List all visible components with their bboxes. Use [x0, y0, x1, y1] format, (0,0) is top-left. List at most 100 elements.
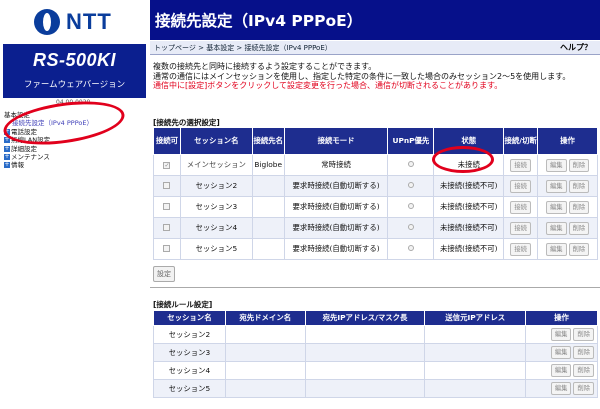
enabled-checkbox[interactable]: [163, 181, 171, 189]
rule-session-name: セッション3: [153, 343, 226, 362]
connect-cell: 接続: [503, 154, 539, 176]
operation-cell: 編集 削除: [525, 325, 598, 344]
breadcrumb-sep: >: [234, 44, 245, 52]
connect-cell: 接続: [503, 196, 539, 218]
nav-label: 情報: [11, 161, 24, 170]
annotation-circle-status: [432, 146, 494, 173]
upnp-radio[interactable]: [407, 224, 414, 230]
edit-button[interactable]: 編集: [550, 346, 572, 359]
connect-button[interactable]: 接続: [510, 200, 531, 214]
connect-mode: 要求時接続(自動切断する): [283, 238, 389, 260]
operation-cell: 編集 削除: [537, 175, 598, 197]
operation-cell: 編集 削除: [525, 361, 598, 380]
rule-session-name: セッション5: [153, 379, 226, 398]
dest-name: [251, 217, 285, 239]
col-dest-ip: 宛先IPアドレス/マスク長: [304, 310, 426, 326]
edit-button[interactable]: 編集: [545, 221, 567, 235]
connect-button[interactable]: 接続: [510, 242, 531, 256]
breadcrumb-basic[interactable]: 基本設定: [206, 44, 234, 52]
dest-name: [251, 196, 285, 218]
status: 未接続(接続不可): [433, 217, 505, 239]
delete-button[interactable]: 削除: [568, 158, 590, 172]
connect-cell: 接続: [503, 238, 539, 260]
upnp-cell: [387, 196, 435, 218]
connect-cell: 接続: [503, 175, 539, 197]
breadcrumb-bar: トップページ > 基本設定 > 接続先設定（IPv4 PPPoE） ヘルプ？: [150, 41, 600, 55]
col-session-name: セッション名: [153, 310, 226, 326]
edit-button[interactable]: 編集: [550, 328, 572, 341]
col-enabled: 接続可: [153, 127, 181, 155]
session-name: セッション2: [179, 175, 253, 197]
status: 未接続(接続不可): [433, 238, 505, 260]
expand-plus-icon[interactable]: +: [4, 145, 10, 152]
connect-button[interactable]: 接続: [510, 221, 531, 235]
expand-plus-icon[interactable]: +: [4, 154, 10, 161]
upnp-cell: [387, 238, 435, 260]
delete-button[interactable]: 削除: [573, 382, 594, 395]
session-name: セッション5: [179, 238, 253, 260]
edit-button[interactable]: 編集: [545, 179, 567, 193]
logo-text: NTT: [66, 9, 112, 34]
rule-source-ip: [424, 361, 527, 380]
session-name: セッション3: [179, 196, 253, 218]
edit-button[interactable]: 編集: [545, 158, 567, 172]
upnp-radio[interactable]: [407, 203, 414, 209]
col-upnp: UPnP優先: [387, 127, 435, 155]
table-row: セッション3 編集 削除: [153, 343, 598, 362]
connect-button[interactable]: 接続: [510, 158, 531, 172]
dest-name: Biglobe: [251, 154, 285, 176]
enabled-checkbox[interactable]: ✓: [163, 162, 171, 169]
rule-source-ip: [424, 325, 527, 344]
connect-mode: 常時接続: [283, 154, 389, 176]
delete-button[interactable]: 削除: [573, 346, 594, 359]
edit-button[interactable]: 編集: [545, 242, 567, 256]
delete-button[interactable]: 削除: [573, 364, 594, 377]
table-row: セッション2 要求時接続(自動切断する) 未接続(接続不可) 接続 編集 削除: [153, 175, 598, 197]
nav-item-info[interactable]: +情報: [4, 161, 93, 169]
model-name: RS-500KI: [32, 50, 117, 70]
upnp-radio[interactable]: [407, 245, 414, 251]
enabled-checkbox[interactable]: [163, 223, 171, 231]
rule-dest-domain: [224, 343, 306, 362]
delete-button[interactable]: 削除: [568, 179, 590, 193]
table-row: ✓ メインセッション Biglobe 常時接続 未接続 接続 編集 削除: [153, 154, 598, 176]
enabled-checkbox[interactable]: [163, 202, 171, 210]
operation-cell: 編集 削除: [537, 217, 598, 239]
upnp-radio[interactable]: [407, 182, 414, 188]
description: 複数の接続先と同時に接続するよう設定することができます。 通常の通信にはメインセ…: [153, 62, 598, 91]
model-box: RS-500KI ファームウェアバージョン: [3, 44, 146, 98]
set-button[interactable]: 設定: [153, 266, 175, 282]
description-line-2: 通常の通信にはメインセッションを使用し、指定した特定の条件に一致した場合のみセッ…: [153, 71, 571, 81]
upnp-radio[interactable]: [407, 161, 414, 167]
page-header: 接続先設定（IPv4 PPPoE）: [150, 0, 600, 40]
table-row: セッション5 編集 削除: [153, 379, 598, 398]
col-dest-domain: 宛先ドメイン名: [224, 310, 306, 326]
rule-dest-domain: [224, 379, 306, 398]
breadcrumb-sep: >: [195, 44, 207, 52]
delete-button[interactable]: 削除: [573, 328, 594, 341]
edit-button[interactable]: 編集: [550, 364, 572, 377]
rule-dest-ip: [304, 361, 426, 380]
expand-plus-icon[interactable]: +: [4, 162, 10, 169]
nav-item-advanced[interactable]: +詳細設定: [4, 145, 93, 153]
divider: [150, 287, 600, 288]
edit-button[interactable]: 編集: [545, 200, 567, 214]
rule-table: セッション名 宛先ドメイン名 宛先IPアドレス/マスク長 送信元IPアドレス 操…: [153, 310, 598, 398]
operation-cell: 編集 削除: [537, 238, 598, 260]
col-dest-name: 接続先名: [251, 127, 285, 155]
edit-button[interactable]: 編集: [550, 382, 572, 395]
table-header-row: セッション名 宛先ドメイン名 宛先IPアドレス/マスク長 送信元IPアドレス 操…: [153, 310, 598, 326]
description-warning: 通信中に[設定]ボタンをクリックして設定変更を行った場合、通信が切断されることが…: [153, 81, 503, 91]
enabled-checkbox[interactable]: [163, 244, 171, 252]
delete-button[interactable]: 削除: [568, 221, 590, 235]
operation-cell: 編集 削除: [525, 343, 598, 362]
breadcrumb-top[interactable]: トップページ: [154, 44, 196, 52]
rule-source-ip: [424, 379, 527, 398]
rule-section-title: [接続ルール設定]: [153, 300, 213, 309]
status: 未接続(接続不可): [433, 175, 505, 197]
delete-button[interactable]: 削除: [568, 242, 590, 256]
delete-button[interactable]: 削除: [568, 200, 590, 214]
connect-button[interactable]: 接続: [510, 179, 531, 193]
help-link[interactable]: ヘルプ？: [560, 41, 592, 55]
table-row: セッション4 編集 削除: [153, 361, 598, 380]
